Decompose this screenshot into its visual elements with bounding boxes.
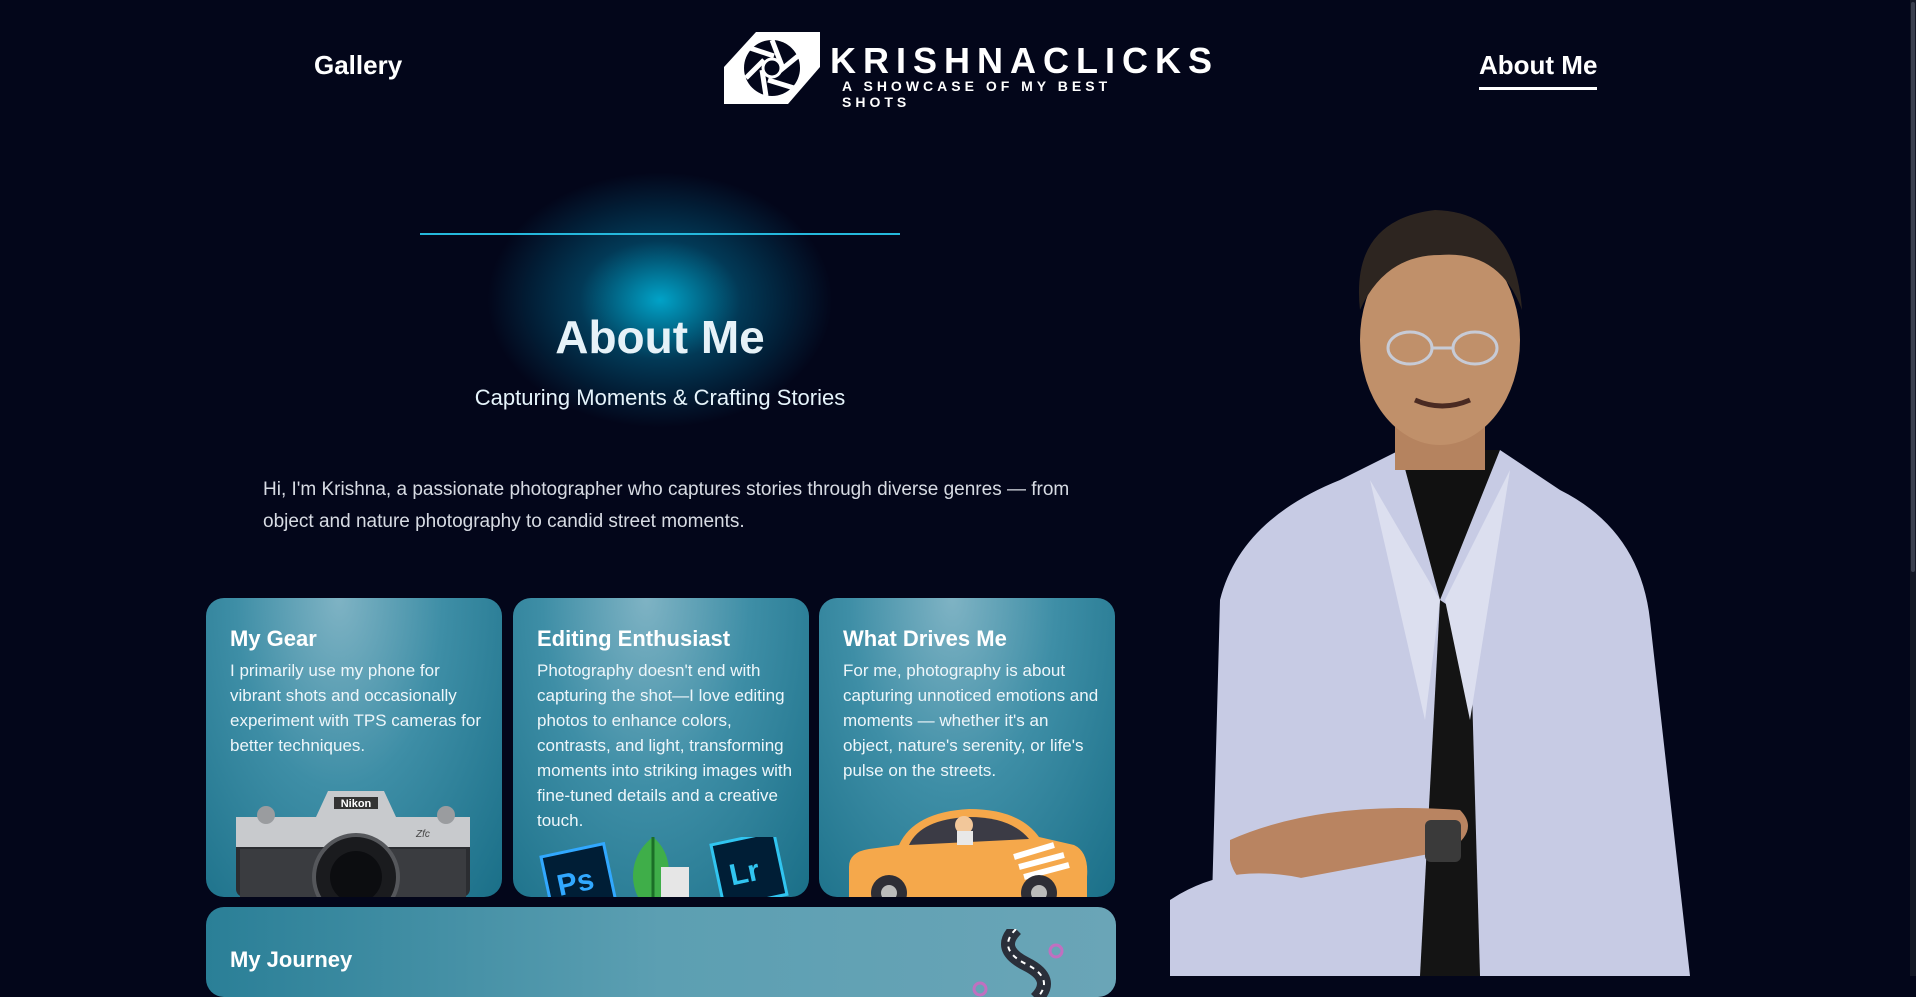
camera-brand-label: Nikon [341,798,372,810]
logo-title: KRISHNACLICKS [830,40,1220,81]
intro-text: Hi, I'm Krishna, a passionate photograph… [263,479,1070,532]
card-what-drives-me: What Drives Me For me, photography is ab… [819,598,1115,897]
card-text: Photography doesn't end with capturing t… [537,661,793,830]
card-title: My Journey [230,947,353,972]
scrollbar-thumb[interactable] [1911,2,1915,572]
snapseed-icon [633,837,689,897]
card-title: My Gear [230,626,317,651]
camera-icon: Nikon Zfc [236,791,470,897]
photoshop-icon: Ps [539,841,618,897]
card-title: What Drives Me [843,626,1007,651]
card-my-gear: My Gear I primarily use my phone for vib… [206,598,502,897]
nav-gallery-link[interactable]: Gallery [314,50,402,81]
car-icon [849,809,1088,897]
hero-divider [420,233,900,235]
card-title: Editing Enthusiast [537,626,731,651]
page-title: About Me [555,311,765,363]
editing-apps-icons: Ps Lr [539,837,789,897]
portrait-photo [1170,210,1690,976]
card-editing-enthusiast: Editing Enthusiast Photography doesn't e… [513,598,809,897]
card-text: I primarily use my phone for vibrant sho… [230,661,481,755]
nav-about-link[interactable]: About Me [1479,50,1598,90]
page-subtitle: Capturing Moments & Crafting Stories [474,385,846,410]
logo-tagline: A SHOWCASE OF MY BEST SHOTS [842,78,1112,110]
site-logo[interactable]: KRISHNACLICKS A SHOWCASE OF MY BEST SHOT… [716,26,1212,110]
aperture-logo-icon [724,32,820,104]
card-my-journey: My Journey [206,907,1116,997]
camera-model-label: Zfc [415,829,430,840]
page-scrollbar[interactable] [1910,0,1916,976]
lightroom-icon: Lr [709,837,789,897]
road-map-icon [972,929,1064,997]
card-text: For me, photography is about capturing u… [843,661,1099,780]
